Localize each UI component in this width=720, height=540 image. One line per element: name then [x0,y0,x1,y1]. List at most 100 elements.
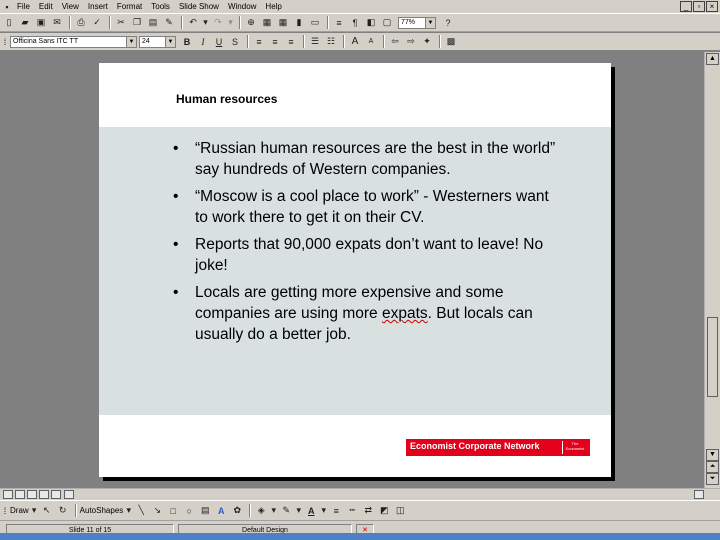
line-tool-icon[interactable]: ╲ [134,504,148,517]
arrow-style-icon[interactable]: ⇄ [361,504,375,517]
email-icon[interactable]: ✉ [50,16,64,29]
menu-insert[interactable]: Insert [88,2,108,11]
menu-file[interactable]: File [17,2,30,11]
misspelled-word[interactable]: expats [382,305,428,322]
demote-icon[interactable]: ⇨ [404,35,418,48]
undo-dropdown-icon[interactable]: ▾ [202,16,209,29]
chevron-down-icon[interactable]: ▾ [320,504,327,517]
bullet-item[interactable]: • “Russian human resources are the best … [171,138,561,180]
normal-view-icon[interactable] [3,490,13,499]
line-style-icon[interactable]: ≡ [329,504,343,517]
chevron-down-icon[interactable]: ▾ [270,504,277,517]
bullet-item[interactable]: • Reports that 90,000 expats don’t want … [171,234,561,276]
promote-icon[interactable]: ⇦ [388,35,402,48]
bullets-icon[interactable]: ☷ [324,35,338,48]
slide-sorter-view-icon[interactable] [39,490,49,499]
vertical-scrollbar[interactable]: ▲ ▼ ⏶ ⏷ [704,52,720,488]
bold-button[interactable]: B [180,35,194,48]
slide-view-icon[interactable] [27,490,37,499]
select-objects-icon[interactable]: ↖ [40,504,54,517]
chevron-down-icon[interactable]: ▾ [125,504,132,517]
dash-style-icon[interactable]: ┅ [345,504,359,517]
fill-color-icon[interactable]: ◈ [254,504,268,517]
bullet-list[interactable]: • “Russian human resources are the best … [171,138,561,351]
insert-table-icon[interactable]: ▦ [276,16,290,29]
chevron-down-icon[interactable]: ▾ [31,504,38,517]
cut-icon[interactable]: ✂ [114,16,128,29]
show-formatting-icon[interactable]: ¶ [348,16,362,29]
insert-chart-icon[interactable]: ▮ [292,16,306,29]
bullet-item[interactable]: • Locals are getting more expensive and … [171,282,561,345]
decrease-font-size-button[interactable]: A [364,35,378,48]
undo-icon[interactable]: ↶ [186,16,200,29]
scroll-right-icon[interactable] [694,490,704,499]
3d-icon[interactable]: ◫ [393,504,407,517]
next-slide-icon[interactable]: ⏷ [706,473,719,485]
menu-window[interactable]: Window [228,2,256,11]
slide-title[interactable]: Human resources [176,92,277,106]
scroll-up-icon[interactable]: ▲ [706,53,719,65]
slide-design-icon[interactable]: ▩ [444,35,458,48]
align-left-icon[interactable]: ≡ [252,35,266,48]
horizontal-scrollbar[interactable] [0,488,720,500]
slide-miniature-icon[interactable]: ▢ [380,16,394,29]
outline-view-icon[interactable] [15,490,25,499]
shadow-icon[interactable]: ◩ [377,504,391,517]
app-menu-icon[interactable]: ▪ [2,0,12,13]
spelling-icon[interactable]: ✓ [90,16,104,29]
chevron-down-icon[interactable]: ▼ [165,36,175,47]
open-folder-icon[interactable]: ▰ [18,16,32,29]
autoshapes-menu-button[interactable]: AutoShapes [80,506,124,515]
previous-slide-icon[interactable]: ⏶ [706,461,719,473]
menu-format[interactable]: Format [117,2,142,11]
tables-borders-icon[interactable]: ▦ [260,16,274,29]
text-box-icon[interactable]: ▤ [198,504,212,517]
help-icon[interactable]: ? [441,16,455,29]
restore-icon[interactable]: ▫ [693,1,705,12]
redo-icon[interactable]: ↷ [211,16,225,29]
shadow-button[interactable]: S [228,35,242,48]
scroll-left-icon[interactable] [64,490,74,499]
underline-button[interactable]: U [212,35,226,48]
format-painter-icon[interactable]: ✎ [162,16,176,29]
menu-view[interactable]: View [62,2,79,11]
increase-font-size-button[interactable]: A [348,35,362,48]
scroll-down-icon[interactable]: ▼ [706,449,719,461]
new-slide-icon[interactable]: ▭ [308,16,322,29]
close-icon[interactable]: × [706,1,718,12]
chevron-down-icon[interactable]: ▼ [425,17,435,28]
font-name-select[interactable]: Officina Sans ITC TT ▼ [10,35,137,48]
menu-help[interactable]: Help [265,2,281,11]
chevron-down-icon[interactable]: ▾ [295,504,302,517]
redo-dropdown-icon[interactable]: ▾ [227,16,234,29]
font-size-select[interactable]: 24 ▼ [139,35,176,48]
bullet-item[interactable]: • “Moscow is a cool place to work” - Wes… [171,186,561,228]
menu-tools[interactable]: Tools [151,2,170,11]
free-rotate-icon[interactable]: ↻ [56,504,70,517]
chevron-down-icon[interactable]: ▼ [126,36,136,47]
animation-effects-icon[interactable]: ✦ [420,35,434,48]
numbering-icon[interactable]: ☰ [308,35,322,48]
italic-button[interactable]: I [196,35,210,48]
toolbar-grip[interactable]: ⁞ [2,35,8,48]
wordart-icon[interactable]: A [214,504,228,517]
rectangle-tool-icon[interactable]: □ [166,504,180,517]
zoom-select[interactable]: 77% ▼ [398,16,436,29]
arrow-tool-icon[interactable]: ↘ [150,504,164,517]
oval-tool-icon[interactable]: ○ [182,504,196,517]
menu-slide-show[interactable]: Slide Show [179,2,219,11]
slide-canvas[interactable]: Human resources • “Russian human resourc… [99,63,611,477]
copy-icon[interactable]: ❐ [130,16,144,29]
slide-show-icon[interactable] [51,490,61,499]
font-color-icon[interactable]: A [304,504,318,517]
paste-icon[interactable]: ▤ [146,16,160,29]
expand-all-icon[interactable]: ≡ [332,16,346,29]
align-center-icon[interactable]: ≡ [268,35,282,48]
hyperlink-icon[interactable]: ⊕ [244,16,258,29]
draw-menu-button[interactable]: Draw [10,506,29,515]
line-color-icon[interactable]: ✎ [279,504,293,517]
toolbar-grip[interactable]: ⁞ [2,504,8,517]
minimize-icon[interactable]: _ [680,1,692,12]
print-icon[interactable]: ⎙ [74,16,88,29]
save-icon[interactable]: ▣ [34,16,48,29]
